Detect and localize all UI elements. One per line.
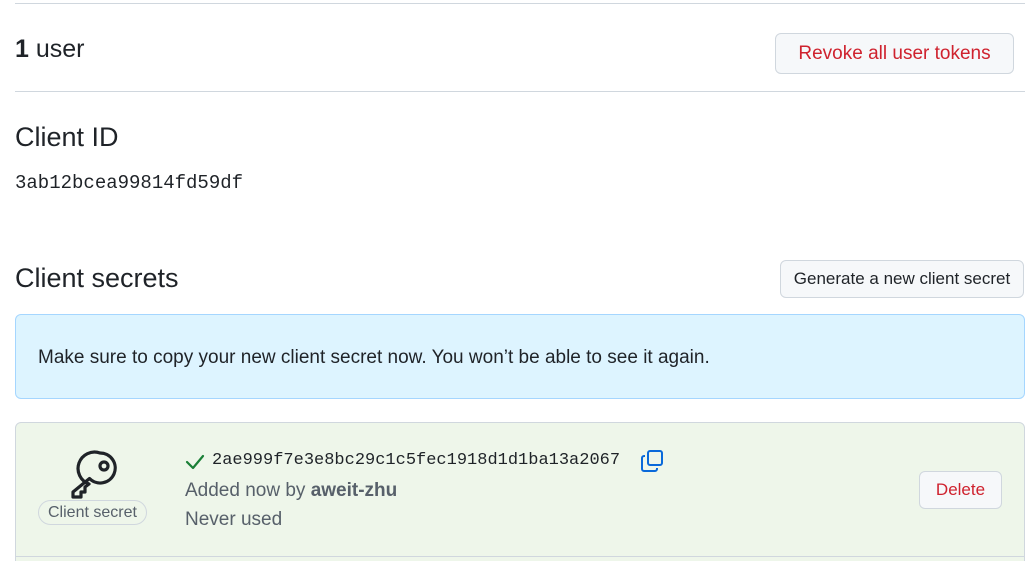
users-count-unit: user <box>35 35 85 63</box>
users-count: 1 user <box>15 34 85 64</box>
client-secret-label: Client secret <box>38 500 147 525</box>
oauth-app-settings: 1 user Revoke all user tokens Client ID … <box>0 0 1029 561</box>
copy-secret-flash: Make sure to copy your new client secret… <box>15 314 1025 399</box>
secret-list-divider <box>16 556 1024 557</box>
client-secret-value: 2ae999f7e3e8bc29c1c5fec1918d1d1ba13a2067 <box>212 451 621 470</box>
secret-added-by: aweit-zhu <box>310 480 398 501</box>
key-icon <box>71 450 117 499</box>
users-count-number: 1 <box>15 35 29 63</box>
client-secret-item: Client secret 2ae999f7e3e8bc29c1c5fec191… <box>15 422 1025 561</box>
secret-added-prefix: Added now by <box>185 480 306 501</box>
client-secrets-title: Client secrets <box>15 263 179 293</box>
generate-client-secret-button[interactable]: Generate a new client secret <box>780 260 1024 298</box>
flash-message: Make sure to copy your new client secret… <box>38 347 710 368</box>
secret-added-info: Added now by aweit-zhu <box>185 480 397 502</box>
client-id-title: Client ID <box>15 122 119 152</box>
revoke-all-user-tokens-button[interactable]: Revoke all user tokens <box>775 33 1014 74</box>
copy-icon[interactable] <box>640 449 664 473</box>
check-icon <box>185 454 205 470</box>
users-section: 1 user Revoke all user tokens <box>15 4 1025 92</box>
delete-secret-button[interactable]: Delete <box>919 471 1002 509</box>
client-id-value: 3ab12bcea99814fd59df <box>15 172 244 194</box>
secret-usage: Never used <box>185 509 283 530</box>
